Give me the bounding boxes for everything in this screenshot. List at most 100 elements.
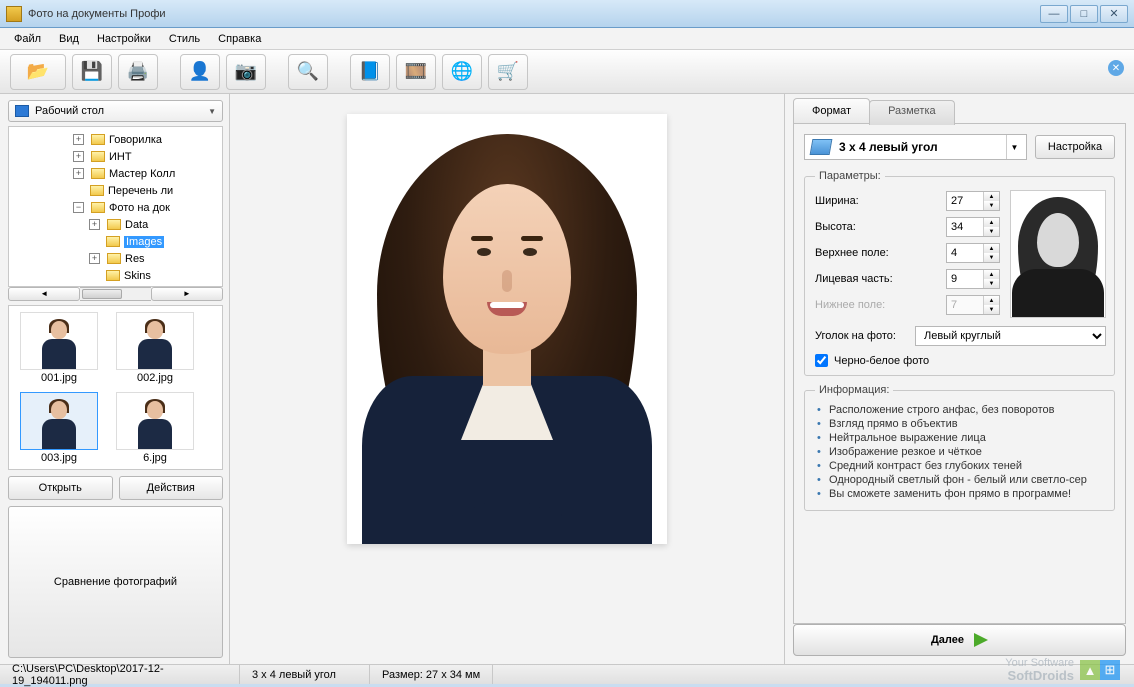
tree-row[interactable]: + Говорилка bbox=[9, 131, 222, 148]
menu-file[interactable]: Файл bbox=[6, 31, 49, 47]
tree-row[interactable]: + Мастер Колл bbox=[9, 165, 222, 182]
tb-video-button[interactable]: 🎞️ bbox=[396, 54, 436, 90]
tabs: Формат Разметка bbox=[793, 98, 1126, 123]
actions-button[interactable]: Действия bbox=[119, 476, 224, 500]
param-spinner: ▲▼ bbox=[946, 295, 1000, 315]
param-input[interactable] bbox=[947, 192, 983, 210]
tree-label: Мастер Колл bbox=[109, 168, 175, 180]
tree-expander[interactable]: + bbox=[73, 151, 84, 162]
thumbnail[interactable]: 003.jpg bbox=[15, 392, 103, 464]
window-title: Фото на документы Профи bbox=[28, 8, 166, 20]
tb-cart-button[interactable]: 🛒 bbox=[488, 54, 528, 90]
titlebar: Фото на документы Профи — □ ✕ bbox=[0, 0, 1134, 28]
menu-style[interactable]: Стиль bbox=[161, 31, 208, 47]
info-item: Расположение строго анфас, без поворотов bbox=[817, 404, 1106, 416]
tab-format[interactable]: Формат bbox=[793, 98, 870, 123]
status-size: Размер: 27 x 34 мм bbox=[370, 665, 493, 684]
folder-icon bbox=[91, 151, 105, 162]
param-spinner[interactable]: ▲▼ bbox=[946, 243, 1000, 263]
menu-help[interactable]: Справка bbox=[210, 31, 269, 47]
format-settings-button[interactable]: Настройка bbox=[1035, 135, 1115, 159]
tb-print-button[interactable]: 🖨️ bbox=[118, 54, 158, 90]
tb-user-button[interactable]: 👤 bbox=[180, 54, 220, 90]
format-name: 3 x 4 левый угол bbox=[839, 140, 938, 154]
location-combo[interactable]: Рабочий стол ▼ bbox=[8, 100, 223, 122]
minimize-button[interactable]: — bbox=[1040, 5, 1068, 23]
thumbnail-caption: 6.jpg bbox=[111, 452, 199, 464]
tree-row[interactable]: Images bbox=[9, 233, 222, 250]
scroll-right-button[interactable]: ► bbox=[151, 287, 223, 301]
gear-icon: 🔍 bbox=[297, 61, 319, 82]
tb-help-button[interactable]: 📘 bbox=[350, 54, 390, 90]
next-button[interactable]: Далее bbox=[793, 624, 1126, 656]
tree-expander[interactable]: + bbox=[73, 134, 84, 145]
compare-button[interactable]: Сравнение фотографий bbox=[8, 506, 223, 659]
right-panel: Формат Разметка 3 x 4 левый угол ▼ Настр… bbox=[784, 94, 1134, 664]
tree-expander[interactable]: + bbox=[89, 253, 100, 264]
globe-icon: 🌐 bbox=[451, 61, 473, 82]
tree-label: ИНТ bbox=[109, 151, 132, 163]
param-input[interactable] bbox=[947, 218, 983, 236]
maximize-button[interactable]: □ bbox=[1070, 5, 1098, 23]
arrow-right-icon bbox=[974, 633, 988, 647]
info-item: Взгляд прямо в объектив bbox=[817, 418, 1106, 430]
tb-tune-button[interactable]: 🔍 bbox=[288, 54, 328, 90]
camera-icon: 📷 bbox=[235, 61, 257, 82]
thumbnail[interactable]: 001.jpg bbox=[15, 312, 103, 384]
tree-row[interactable]: − Фото на док bbox=[9, 199, 222, 216]
tb-save-button[interactable]: 💾 bbox=[72, 54, 112, 90]
param-label: Верхнее поле: bbox=[815, 247, 946, 259]
bw-checkbox[interactable] bbox=[815, 354, 828, 367]
folder-tree[interactable]: + Говорилка + ИНТ + Мастер Колл Перечень ли − Фо… bbox=[8, 126, 223, 287]
menu-view[interactable]: Вид bbox=[51, 31, 87, 47]
thumbnail-caption: 003.jpg bbox=[15, 452, 103, 464]
tree-hscroll[interactable]: ◄ ► bbox=[8, 287, 223, 301]
toolbar: 📂 💾 🖨️ 👤 📷 🔍 📘 🎞️ 🌐 🛒 ✕ bbox=[0, 50, 1134, 94]
param-spinner[interactable]: ▲▼ bbox=[946, 217, 1000, 237]
param-spinner[interactable]: ▲▼ bbox=[946, 269, 1000, 289]
params-legend: Параметры: bbox=[815, 170, 885, 182]
thumbnail[interactable]: 002.jpg bbox=[111, 312, 199, 384]
scroll-thumb[interactable] bbox=[82, 289, 122, 299]
tree-row[interactable]: + Res bbox=[9, 250, 222, 267]
format-select[interactable]: 3 x 4 левый угол ▼ bbox=[804, 134, 1027, 160]
thumbnail[interactable]: 6.jpg bbox=[111, 392, 199, 464]
tab-layout[interactable]: Разметка bbox=[869, 100, 955, 125]
tb-open-button[interactable]: 📂 bbox=[10, 54, 66, 90]
open-button[interactable]: Открыть bbox=[8, 476, 113, 500]
tree-expander[interactable]: − bbox=[73, 202, 84, 213]
folder-icon bbox=[91, 202, 105, 213]
tree-row[interactable]: Перечень ли bbox=[9, 182, 222, 199]
corner-select[interactable]: Левый круглый bbox=[915, 326, 1106, 346]
param-input[interactable] bbox=[947, 244, 983, 262]
menu-settings[interactable]: Настройки bbox=[89, 31, 159, 47]
tree-row[interactable]: + ИНТ bbox=[9, 148, 222, 165]
info-legend: Информация: bbox=[815, 384, 893, 396]
tb-camera-button[interactable]: 📷 bbox=[226, 54, 266, 90]
toolbar-close-hint[interactable]: ✕ bbox=[1108, 60, 1124, 76]
desktop-icon bbox=[15, 105, 29, 117]
tree-label: Фото на док bbox=[109, 202, 170, 214]
cart-icon: 🛒 bbox=[497, 61, 519, 82]
info-item: Однородный светлый фон - белый или светл… bbox=[817, 474, 1106, 486]
param-label: Высота: bbox=[815, 221, 946, 233]
param-label: Нижнее поле: bbox=[815, 299, 946, 311]
close-button[interactable]: ✕ bbox=[1100, 5, 1128, 23]
tree-expander[interactable]: + bbox=[89, 219, 100, 230]
tree-label: Говорилка bbox=[109, 134, 162, 146]
tree-row[interactable]: +Data bbox=[9, 216, 222, 233]
main-photo[interactable] bbox=[347, 114, 667, 544]
tree-row[interactable]: Skins bbox=[9, 267, 222, 284]
param-input bbox=[947, 296, 983, 314]
param-spinner[interactable]: ▲▼ bbox=[946, 191, 1000, 211]
canvas-area bbox=[230, 94, 784, 664]
menubar: Файл Вид Настройки Стиль Справка bbox=[0, 28, 1134, 50]
thumbnail-caption: 001.jpg bbox=[15, 372, 103, 384]
left-panel: Рабочий стол ▼ + Говорилка + ИНТ + Мастер Кол… bbox=[0, 94, 230, 664]
param-input[interactable] bbox=[947, 270, 983, 288]
tree-label: Res bbox=[125, 253, 145, 265]
tb-globe-button[interactable]: 🌐 bbox=[442, 54, 482, 90]
tree-label: Skins bbox=[124, 270, 151, 282]
tree-expander[interactable]: + bbox=[73, 168, 84, 179]
scroll-left-button[interactable]: ◄ bbox=[8, 287, 80, 301]
